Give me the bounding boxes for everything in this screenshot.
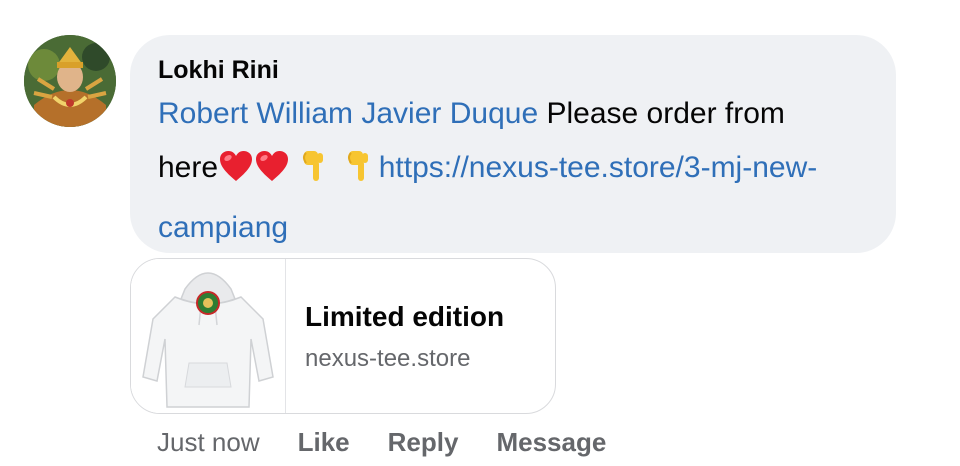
mention-link[interactable]: Robert William Javier Duque bbox=[158, 97, 538, 130]
like-button[interactable]: Like bbox=[298, 427, 350, 458]
comment-timestamp[interactable]: Just now bbox=[157, 427, 260, 458]
preview-thumbnail bbox=[131, 259, 286, 413]
message-button[interactable]: Message bbox=[496, 427, 606, 458]
avatar[interactable] bbox=[24, 35, 116, 127]
preview-title: Limited edition bbox=[305, 301, 505, 332]
preview-domain: nexus-tee.store bbox=[305, 345, 471, 372]
comment-actions: Just now Like Reply Message bbox=[157, 424, 644, 460]
red-heart-icon bbox=[254, 147, 290, 201]
comment-text: Robert William Javier Duque Please order… bbox=[158, 87, 870, 255]
pointing-down-icon bbox=[298, 147, 334, 201]
comment-author[interactable]: Lokhi Rini bbox=[158, 55, 870, 85]
pointing-down-icon bbox=[343, 147, 379, 201]
link-preview-card[interactable]: Limited edition nexus-tee.store bbox=[130, 258, 556, 414]
comment-text-part: Please order from bbox=[538, 97, 785, 130]
comment-bubble: Lokhi Rini Robert William Javier Duque P… bbox=[130, 35, 896, 253]
comment-text-here: here bbox=[158, 151, 219, 184]
red-heart-icon bbox=[218, 147, 254, 201]
reply-button[interactable]: Reply bbox=[388, 427, 459, 458]
